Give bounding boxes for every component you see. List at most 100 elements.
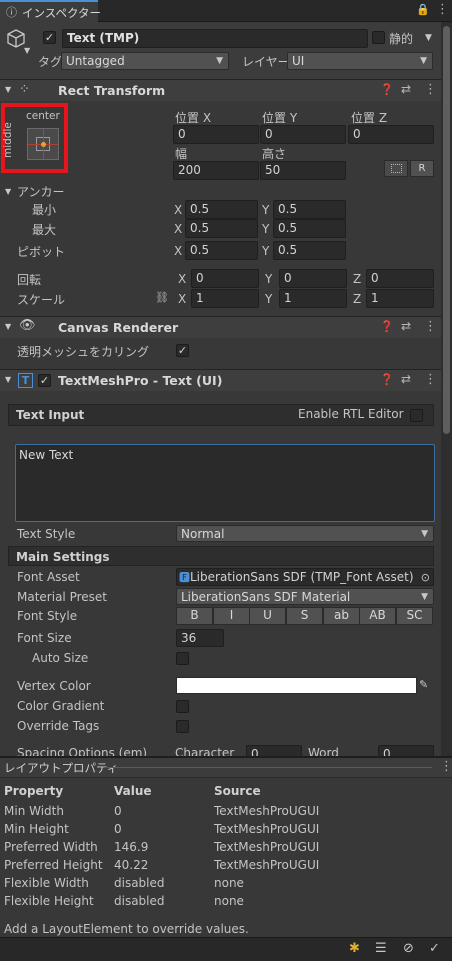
vertex-color-swatch[interactable] (176, 677, 417, 694)
unlink-icon[interactable]: ⛓ (155, 291, 169, 304)
text-area[interactable]: New Text (15, 444, 435, 522)
word-field[interactable]: 0 (378, 745, 434, 756)
color-gradient-checkbox[interactable] (176, 700, 189, 713)
pos-z-field[interactable]: 0 (348, 125, 434, 144)
layout-cell-value: 0 (114, 804, 122, 818)
layout-cell-property: Preferred Height (4, 858, 103, 872)
color-gradient-label: Color Gradient (17, 699, 105, 713)
layout-cell-property: Preferred Width (4, 840, 98, 854)
tag-dropdown[interactable]: Untagged ▼ (61, 52, 229, 70)
tag-value: Untagged (66, 54, 125, 68)
kebab-menu-icon[interactable]: ⋮ (424, 82, 437, 97)
scrollbar-thumb[interactable] (443, 26, 450, 434)
rot-x-label: X (178, 272, 187, 286)
rot-z-field[interactable]: 0 (366, 269, 434, 288)
font-style-button-6[interactable]: SC (396, 607, 433, 625)
scale-x-label: X (178, 292, 187, 306)
chevron-down-icon[interactable]: ▼ (24, 46, 30, 55)
text-style-dropdown[interactable]: Normal ▼ (176, 525, 434, 542)
eye-icon: 👁 (19, 318, 36, 333)
tag-label: タグ (38, 55, 63, 69)
kebab-menu-icon[interactable]: ⋮ (440, 759, 452, 774)
preset-sliders-icon[interactable]: ⇄ (401, 372, 411, 386)
cull-transparent-label: 透明メッシュをカリング (17, 345, 150, 359)
tmp-title: TextMeshPro - Text (UI) (58, 373, 223, 388)
static-checkbox[interactable] (372, 31, 385, 44)
foldout-arrow-icon[interactable]: ▼ (5, 375, 11, 384)
active-checkbox[interactable]: ✓ (43, 31, 56, 44)
canvas-renderer-header[interactable]: ▼ 👁 Canvas Renderer ❓ ⇄ ⋮ (0, 316, 441, 338)
debug-bug-icon[interactable]: ✱ (349, 941, 360, 956)
preset-sliders-icon[interactable]: ⇄ (401, 319, 411, 333)
anchor-preset-button[interactable] (27, 128, 59, 160)
scrollbar-track[interactable] (441, 22, 452, 756)
object-picker-icon[interactable]: ⊙ (421, 569, 430, 585)
pos-x-field[interactable]: 0 (173, 125, 259, 144)
font-asset-label: Font Asset (17, 570, 80, 584)
height-field[interactable]: 50 (260, 161, 346, 180)
preset-sliders-icon[interactable]: ⇄ (401, 82, 411, 96)
rot-x-field[interactable]: 0 (191, 269, 259, 288)
foldout-arrow-icon[interactable]: ▼ (5, 85, 11, 94)
cull-transparent-checkbox[interactable]: ✓ (176, 344, 189, 357)
rtl-checkbox[interactable] (410, 409, 423, 422)
scale-x-field[interactable]: 1 (191, 289, 259, 308)
override-tags-checkbox[interactable] (176, 720, 189, 733)
anchors-foldout-arrow-icon[interactable]: ▼ (5, 187, 11, 196)
max-x-label: X (174, 222, 183, 236)
kebab-menu-icon[interactable]: ⋮ (424, 319, 437, 334)
min-y-field[interactable]: 0.5 (273, 200, 346, 219)
scale-y-field[interactable]: 1 (279, 289, 347, 308)
font-style-button-0[interactable]: B (176, 607, 213, 625)
font-size-field[interactable]: 36 (176, 629, 224, 647)
auto-size-checkbox[interactable] (176, 652, 189, 665)
object-name-field[interactable]: Text (TMP) (62, 29, 368, 48)
font-asset-field[interactable]: 🅵LiberationSans SDF (TMP_Font Asset) ⊙ (176, 568, 434, 586)
max-x-field[interactable]: 0.5 (185, 219, 258, 238)
inspector-tab[interactable]: ⓘ インスペクター (0, 0, 101, 22)
pivot-y-field[interactable]: 0.5 (273, 241, 346, 260)
pivot-x-label: X (174, 244, 183, 258)
rot-y-field[interactable]: 0 (279, 269, 347, 288)
layer-value: UI (292, 54, 305, 68)
kebab-menu-icon[interactable]: ⋮ (424, 372, 437, 387)
header-rule (104, 767, 432, 768)
font-style-button-5[interactable]: AB (359, 607, 396, 625)
check-circle-icon[interactable]: ✓ (429, 941, 440, 956)
tmp-header[interactable]: ▼ T ✓ TextMeshPro - Text (UI) ❓ ⇄ ⋮ (0, 369, 441, 391)
font-style-button-3[interactable]: S (286, 607, 323, 625)
foldout-arrow-icon[interactable]: ▼ (5, 322, 11, 331)
pivot-x-field[interactable]: 0.5 (185, 241, 258, 260)
lock-icon[interactable]: 🔒 (416, 3, 430, 16)
height-label: 高さ (262, 147, 287, 161)
kebab-menu-icon[interactable]: ⋮ (436, 2, 449, 17)
font-style-button-4[interactable]: ab (323, 607, 360, 625)
col-property: Property (4, 784, 64, 798)
blueprint-mode-button[interactable] (384, 160, 408, 177)
raw-edit-button[interactable]: R (410, 160, 434, 177)
font-style-button-2[interactable]: U (249, 607, 286, 625)
visibility-off-icon[interactable]: ⊘ (403, 941, 414, 956)
anchors-label: アンカー (17, 185, 65, 199)
width-field[interactable]: 200 (173, 161, 259, 180)
help-icon[interactable]: ❓ (380, 373, 394, 386)
static-dropdown-caret-icon[interactable]: ▼ (425, 33, 432, 43)
rect-transform-header[interactable]: ▼ ⁘ Rect Transform ❓ ⇄ ⋮ (0, 79, 441, 101)
col-value: Value (114, 784, 152, 798)
max-y-field[interactable]: 0.5 (273, 219, 346, 238)
layers-icon[interactable]: ☰ (375, 941, 387, 956)
pos-y-field[interactable]: 0 (260, 125, 346, 144)
material-preset-value: LiberationSans SDF Material (181, 590, 351, 604)
tmp-enabled-checkbox[interactable]: ✓ (38, 374, 51, 387)
eyedropper-icon[interactable]: ✎ (419, 678, 428, 691)
material-preset-dropdown[interactable]: LiberationSans SDF Material ▼ (176, 588, 434, 605)
font-style-button-1[interactable]: I (213, 607, 250, 625)
character-field[interactable]: 0 (246, 745, 302, 756)
scale-z-field[interactable]: 1 (366, 289, 434, 308)
anchor-preset-side-label: middle (2, 122, 14, 158)
min-x-field[interactable]: 0.5 (185, 200, 258, 219)
help-icon[interactable]: ❓ (380, 320, 394, 333)
help-icon[interactable]: ❓ (380, 83, 394, 96)
rtl-label: Enable RTL Editor (298, 407, 404, 421)
layer-dropdown[interactable]: UI ▼ (287, 52, 433, 70)
